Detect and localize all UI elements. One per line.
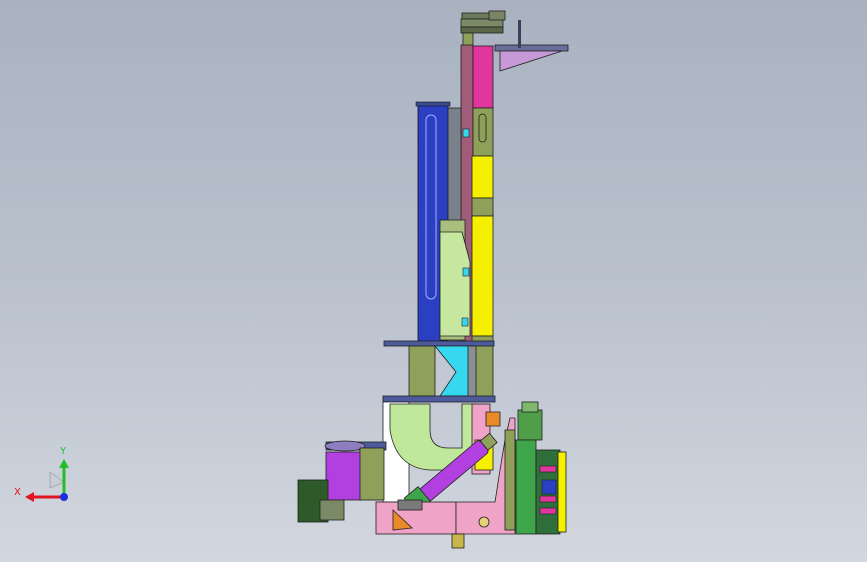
bottom-post [451, 533, 465, 549]
top-spacer [462, 32, 474, 47]
cad-viewport[interactable]: X Y [0, 0, 867, 562]
right-bracket-arm [494, 44, 569, 52]
olive-plate-mid [471, 197, 494, 217]
cyan-tab-1 [462, 267, 470, 277]
left-drum-mount [359, 447, 385, 501]
y-axis-label: Y [59, 446, 67, 457]
motor-stack-left [515, 439, 537, 535]
olive-vertical-strip [504, 429, 516, 531]
green-gear-housing [517, 409, 543, 441]
magenta-disc-2 [539, 495, 557, 503]
coordinate-triad: X Y [14, 446, 69, 502]
horizontal-bar [383, 340, 495, 347]
pivot-pin [478, 516, 490, 528]
left-drum-body [325, 451, 362, 501]
magenta-plate [472, 45, 494, 109]
grey-strip-mid [467, 345, 477, 399]
lower-bar [382, 395, 496, 403]
magenta-disc-3 [539, 507, 557, 515]
yellow-plate-lower [471, 215, 494, 337]
top-cap-plate-3 [460, 26, 504, 34]
left-drum-top [324, 440, 366, 452]
olive-plate-top [472, 107, 494, 157]
grey-base-flange [397, 499, 423, 511]
right-bracket-gusset [499, 50, 563, 72]
x-axis-label: X [14, 487, 21, 498]
blue-slide-column-edge [415, 101, 451, 107]
yellow-side-plate [557, 451, 567, 533]
top-cap-bracket [488, 10, 506, 21]
cyan-tab-3 [462, 128, 470, 138]
right-bracket-post [518, 20, 521, 48]
machine-assembly-model[interactable] [0, 0, 867, 562]
cyan-block [434, 345, 471, 397]
coordinate-triad-icon [25, 459, 69, 502]
olive-block-left [408, 345, 436, 397]
orange-bracket [485, 411, 501, 427]
yellow-plate-upper [471, 155, 494, 199]
cyan-tab-2 [461, 317, 469, 327]
blue-block-right [541, 479, 557, 495]
gear-cap [521, 401, 539, 413]
magenta-disc-1 [539, 465, 557, 473]
dark-green-box-foot [319, 499, 345, 521]
